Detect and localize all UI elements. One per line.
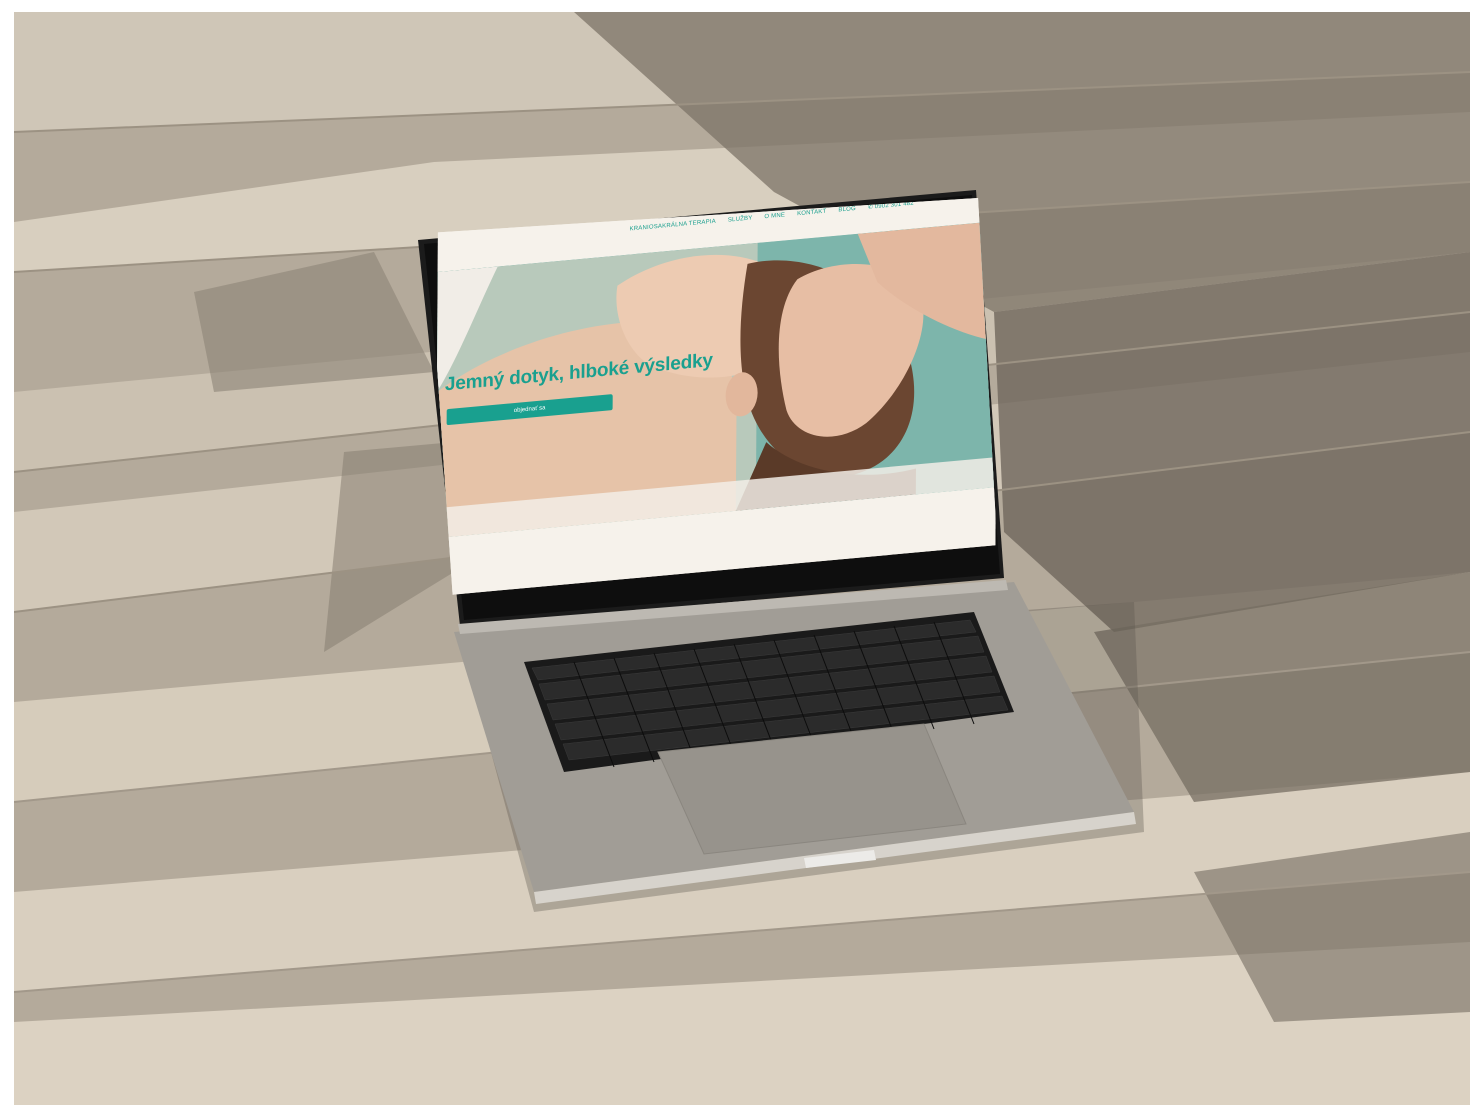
nav-item-blog[interactable]: BLOG bbox=[838, 206, 856, 214]
laptop-screen: KRANIOSAKRÁLNA TERAPIA SLUŽBY O MNE KONT… bbox=[428, 198, 998, 610]
nav-item-o-mne[interactable]: O MNE bbox=[764, 212, 785, 220]
website-page: KRANIOSAKRÁLNA TERAPIA SLUŽBY O MNE KONT… bbox=[435, 198, 998, 597]
phone-icon: ✆ bbox=[867, 204, 874, 211]
nav-item-sluzby[interactable]: SLUŽBY bbox=[728, 215, 753, 223]
nav-item-kontakt[interactable]: KONTAKT bbox=[797, 209, 826, 218]
nav-item-kraniosakralna-terapia[interactable]: KRANIOSAKRÁLNA TERAPIA bbox=[630, 219, 716, 233]
hero-section: Jemný dotyk, hlboké výsledky objednať sa bbox=[435, 221, 998, 539]
